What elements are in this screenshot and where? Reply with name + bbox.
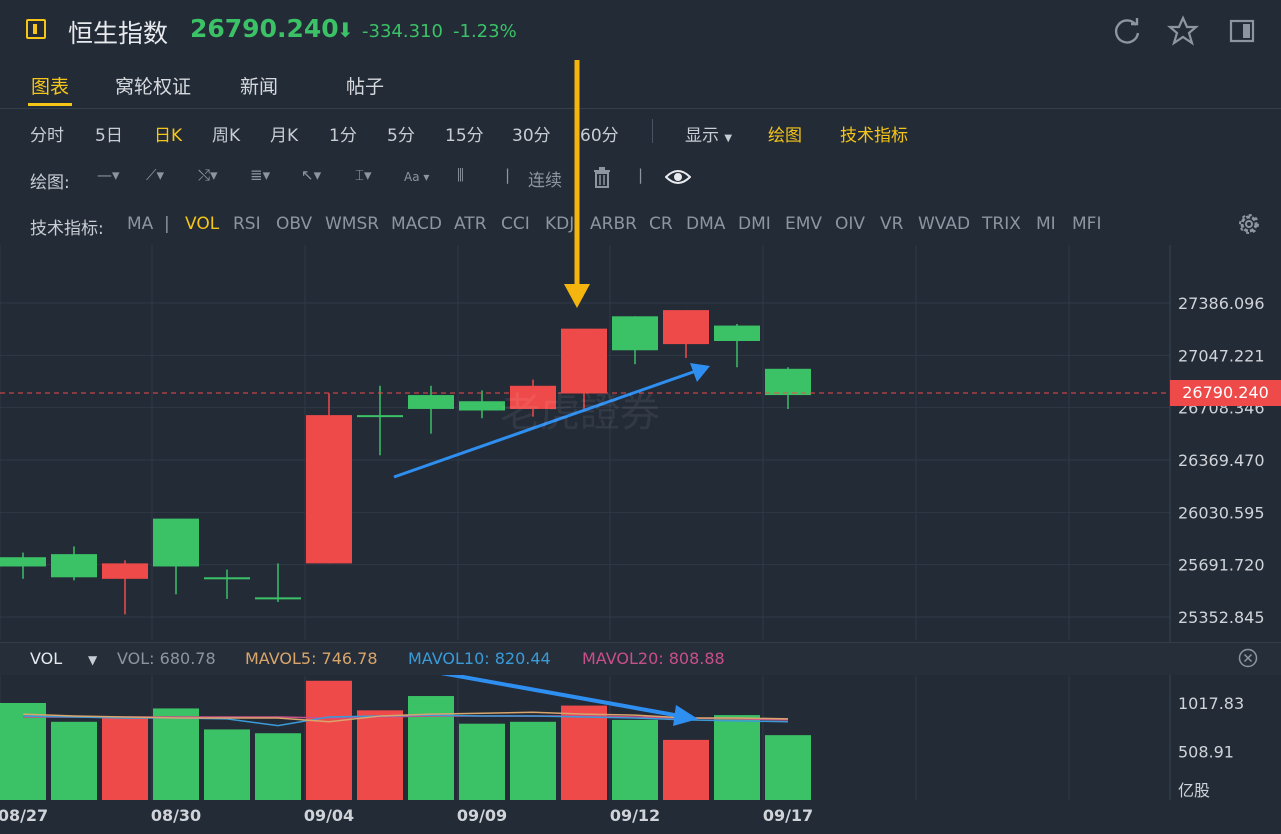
price-axis: 27386.09627047.22126708.34626369.4702603… (1178, 294, 1265, 627)
candle (51, 546, 97, 581)
date-tick-label: 08/30 (151, 806, 201, 825)
volume-unit-label: 亿股 (1178, 781, 1210, 800)
candle (459, 390, 505, 419)
candle (204, 569, 250, 599)
price-tick-label: 25691.720 (1178, 556, 1265, 575)
candle-body (51, 554, 97, 578)
candle-body (306, 415, 352, 564)
mavol5-value: MAVOL5: 746.78 (245, 649, 378, 668)
candle (255, 563, 301, 602)
candle (714, 324, 760, 368)
date-tick-label: 09/04 (304, 806, 354, 825)
annotation-yellow-arrow (564, 60, 590, 308)
volume-bar (408, 696, 454, 800)
volume-series (0, 680, 811, 800)
watermark-text: 老虎證券 (500, 390, 660, 436)
candle-body (357, 415, 403, 418)
date-tick-label: 09/17 (763, 806, 813, 825)
volume-bar (765, 735, 811, 800)
close-icon[interactable] (1238, 648, 1258, 668)
volume-bar (51, 721, 97, 800)
date-axis: 08/27 08/30 09/04 09/09 09/12 09/17 (0, 806, 813, 825)
date-tick-label: 08/27 (0, 806, 48, 825)
volume-tick-label: 508.91 (1178, 742, 1234, 761)
candle (102, 560, 148, 615)
volume-tick-label: 1017.83 (1178, 694, 1244, 713)
volume-bar (357, 710, 403, 800)
candle (612, 316, 658, 365)
volume-bar (153, 708, 199, 800)
volume-bar (714, 715, 760, 800)
candle-body (612, 316, 658, 351)
mavol20-value: MAVOL20: 808.88 (582, 649, 725, 668)
chevron-down-icon[interactable]: ▼ (88, 653, 97, 667)
volume-bar (204, 729, 250, 800)
volume-bar (561, 705, 607, 800)
vol-value: VOL: 680.78 (117, 649, 216, 668)
mavol10-value: MAVOL10: 820.44 (408, 649, 551, 668)
candle (306, 393, 352, 564)
candle-body (714, 325, 760, 342)
volume-bar (459, 723, 505, 800)
volume-bar (663, 739, 709, 800)
volume-bar (612, 719, 658, 800)
price-tick-label: 26369.470 (1178, 451, 1265, 470)
candle (765, 367, 811, 409)
volume-bar (102, 717, 148, 800)
volume-bar (255, 733, 301, 800)
volume-bar (510, 721, 556, 800)
candle-body (408, 395, 454, 409)
price-tick-label: 25352.845 (1178, 608, 1265, 627)
date-tick-label: 09/09 (457, 806, 507, 825)
candle-body (255, 597, 301, 600)
candle (663, 310, 709, 358)
candle-body (0, 557, 46, 567)
volume-indicator-selector[interactable]: VOL (30, 649, 62, 668)
candle (357, 385, 403, 456)
volume-axis: 1017.83 508.91 亿股 (1178, 694, 1244, 800)
current-price-tag: 26790.240 (1170, 380, 1281, 406)
date-tick-label: 09/12 (610, 806, 660, 825)
candle (153, 518, 199, 595)
candle-body (663, 310, 709, 345)
price-tick-label: 27386.096 (1178, 294, 1265, 313)
candle-body (459, 401, 505, 411)
price-tick-label: 26030.595 (1178, 503, 1265, 522)
candle-body (765, 368, 811, 396)
candle-body (153, 518, 199, 567)
candle (0, 552, 46, 579)
candle-body (102, 563, 148, 579)
price-tick-label: 27047.221 (1178, 346, 1265, 365)
volume-bar (306, 680, 352, 800)
candle-body (204, 577, 250, 580)
